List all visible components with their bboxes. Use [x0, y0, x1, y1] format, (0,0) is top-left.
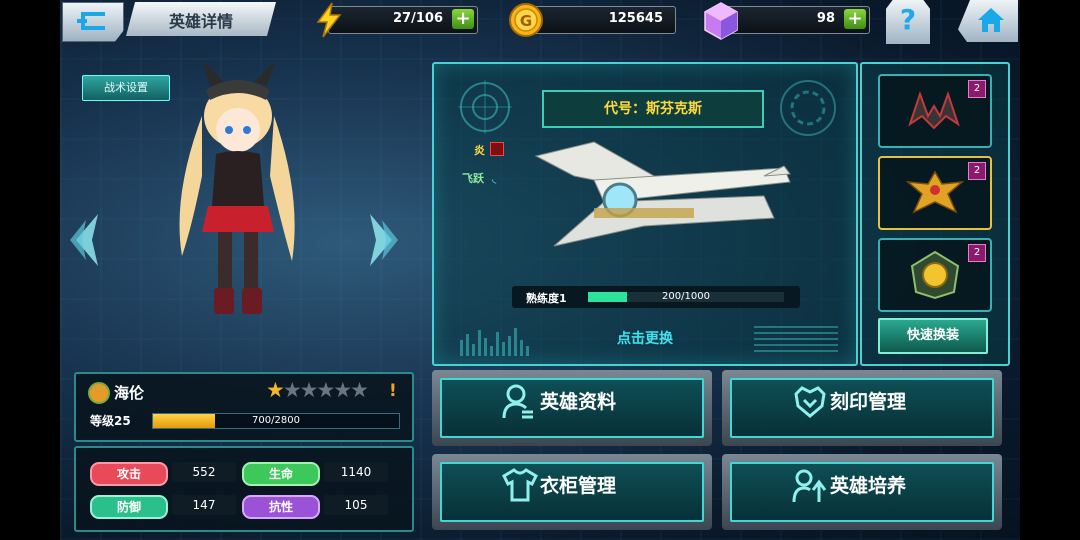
upgrade-alert-icon[interactable]: ! — [389, 381, 397, 401]
headgear-icon — [908, 90, 960, 130]
page-title-plate: 英雄详情 — [126, 2, 276, 36]
page-title: 英雄详情 — [168, 12, 233, 31]
hero-level: 等级25 — [90, 414, 131, 428]
imprint-manage-button[interactable]: 刻印管理 — [722, 370, 1002, 446]
gem-value: 98 — [816, 11, 835, 26]
hero-portrait — [179, 60, 295, 314]
home-button[interactable] — [958, 0, 1018, 42]
leap-skill-icon: ◟ — [492, 172, 497, 185]
medal-icon — [910, 250, 960, 300]
imprint-manage-label: 刻印管理 — [830, 391, 907, 413]
next-hero-arrow-icon[interactable] — [364, 212, 400, 268]
resist-tag: 抗性 — [242, 495, 320, 519]
imprint-icon — [794, 386, 826, 418]
scanline-decoration — [754, 322, 838, 352]
star-empty-icon: ★ — [350, 378, 369, 402]
hero-info-panel: 海伦 ★★★★★★ ! 等级25 700/2800 — [74, 372, 414, 442]
hero-profile-label: 英雄资料 — [540, 391, 617, 413]
proficiency-bar: 熟练度1 200/1000 — [512, 286, 800, 308]
weapon-panel: 代号：斯芬克斯 炎 飞跃 ◟ 熟练度1 200/1000 点击更换 — [432, 62, 858, 366]
slot-level-badge: 2 — [968, 244, 986, 262]
proficiency-track: 200/1000 — [588, 291, 784, 302]
tactics-settings-button[interactable]: 战术设置 — [82, 75, 170, 101]
fire-element-icon — [490, 142, 504, 156]
weapon-image — [534, 141, 791, 247]
hp-tag: 生命 — [242, 462, 320, 486]
add-gems-button[interactable]: + — [844, 9, 866, 29]
gold-value: 125645 — [608, 11, 663, 26]
proficiency-text: 200/1000 — [662, 291, 710, 302]
leap-skill-label: 飞跃 — [462, 172, 484, 185]
energy-counter: 27/106 + — [328, 6, 478, 34]
level-up-person-icon — [792, 469, 827, 503]
quick-equip-button[interactable]: 快速换装 — [878, 318, 988, 354]
previous-hero-arrow-icon[interactable] — [68, 212, 104, 268]
exp-text: 700/2800 — [252, 415, 300, 426]
person-profile-icon — [502, 384, 533, 419]
shirt-icon — [502, 468, 538, 502]
slot-level-badge: 2 — [968, 162, 986, 180]
wardrobe-manage-label: 衣柜管理 — [540, 475, 617, 497]
home-icon — [978, 8, 1004, 32]
energy-value: 27/106 — [393, 11, 443, 26]
equipment-slot-medal[interactable]: 2 — [878, 238, 992, 312]
defense-tag: 防御 — [90, 495, 168, 519]
hp-value: 1140 — [324, 462, 388, 482]
fire-element-label: 炎 — [474, 144, 485, 157]
gem-cube-icon — [704, 2, 738, 40]
star-empty-icon: ★ — [316, 378, 335, 402]
gem-counter: 98 + — [720, 6, 870, 34]
attack-tag: 攻击 — [90, 462, 168, 486]
gold-coin-icon: G — [509, 3, 543, 37]
defense-value: 147 — [172, 495, 236, 515]
add-energy-button[interactable]: + — [452, 9, 474, 29]
star-rating: ★★★★★★ — [266, 378, 369, 402]
hero-profile-button[interactable]: 英雄资料 — [432, 370, 712, 446]
equipment-slot-headgear[interactable]: 2 — [878, 74, 992, 148]
star-empty-icon: ★ — [333, 378, 352, 402]
golden-emblem-icon — [906, 170, 964, 214]
attack-value: 552 — [172, 462, 236, 482]
back-button[interactable] — [62, 2, 124, 42]
target-decoration-icon — [780, 80, 836, 136]
exp-bar: 700/2800 — [152, 413, 400, 429]
help-button[interactable]: ? — [886, 0, 930, 44]
gold-counter: 125645 — [524, 6, 676, 34]
hero-training-label: 英雄培养 — [830, 475, 907, 497]
equipment-slot-emblem[interactable]: 2 — [878, 156, 992, 230]
slot-level-badge: 2 — [968, 80, 986, 98]
radar-decoration-icon — [458, 80, 512, 134]
hero-class-icon — [88, 382, 110, 404]
hero-stats-panel: 攻击 552 生命 1140 防御 147 抗性 105 — [74, 446, 414, 532]
help-icon: ? — [899, 3, 917, 36]
equipment-column: 2 2 2 快速换装 — [860, 62, 1010, 366]
top-bar: 英雄详情 27/106 + 125645 G 98 + ? — [60, 0, 1020, 44]
back-arrow-icon — [77, 12, 105, 30]
resist-value: 105 — [324, 495, 388, 515]
weapon-code-name: 代号：斯芬克斯 — [542, 90, 764, 128]
hero-name: 海伦 — [114, 384, 145, 402]
svg-text:G: G — [520, 12, 532, 30]
star-empty-icon: ★ — [282, 378, 302, 402]
lightning-icon — [316, 2, 342, 38]
star-empty-icon: ★ — [299, 378, 319, 402]
star-filled-icon: ★ — [266, 378, 285, 402]
wardrobe-manage-button[interactable]: 衣柜管理 — [432, 454, 712, 530]
game-screen: 英雄详情 27/106 + 125645 G 98 + ? 战术设置 海伦 ★★… — [60, 0, 1020, 540]
hero-training-button[interactable]: 英雄培养 — [722, 454, 1002, 530]
proficiency-label: 熟练度1 — [526, 292, 567, 305]
